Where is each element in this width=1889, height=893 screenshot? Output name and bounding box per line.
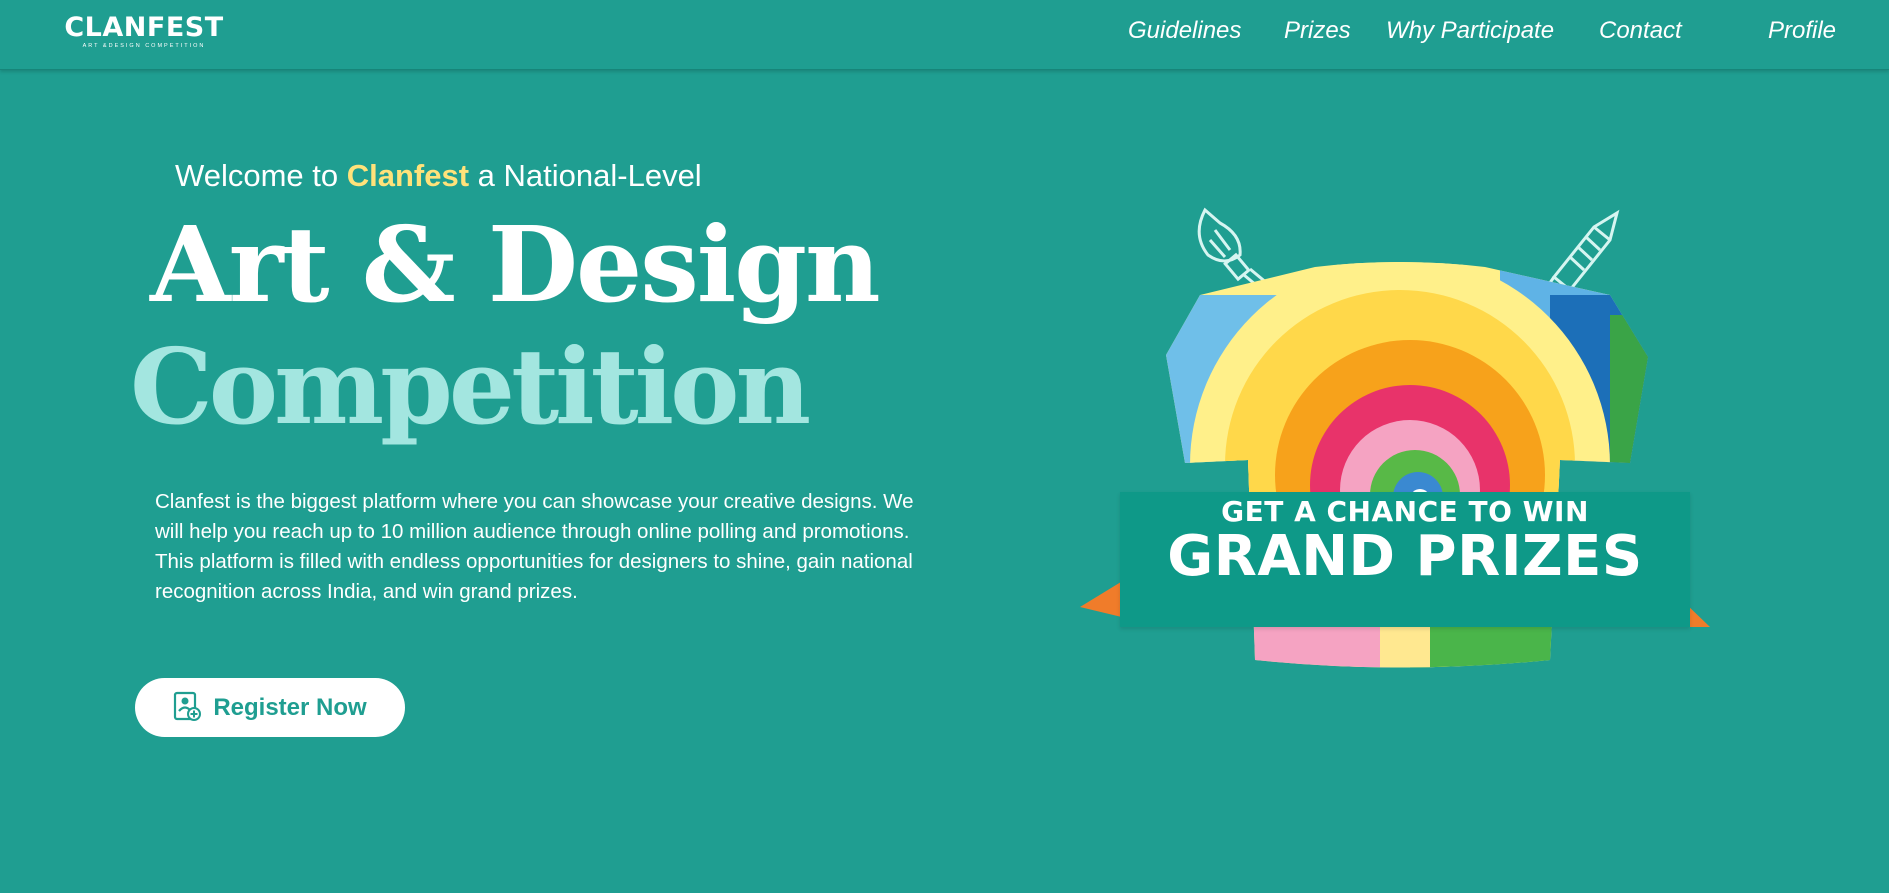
nav-link-why-participate[interactable]: Why Participate — [1386, 17, 1554, 45]
welcome-suffix: a National-Level — [477, 158, 702, 193]
hero-description: Clanfest is the biggest platform where y… — [155, 490, 914, 603]
logo-title: CLANFEST — [64, 12, 224, 43]
grand-prizes-banner: GET A CHANCE TO WIN GRAND PRIZES — [1120, 492, 1690, 627]
welcome-text: Welcome to Clanfest a National-Level — [175, 158, 702, 194]
welcome-prefix: Welcome to — [175, 158, 339, 193]
register-now-label: Register Now — [213, 693, 367, 721]
nav-link-guidelines[interactable]: Guidelines — [1128, 17, 1241, 45]
nav-link-profile[interactable]: Profile — [1768, 17, 1836, 45]
logo-subtitle: ART &DESIGN COMPETITION — [82, 43, 206, 49]
top-navbar: CLANFEST ART &DESIGN COMPETITION Guideli… — [0, 0, 1889, 70]
banner-line-chance: GET A CHANCE TO WIN — [1221, 495, 1589, 528]
banner-line-grand-prizes: GRAND PRIZES — [1167, 524, 1643, 589]
nav-link-prizes[interactable]: Prizes — [1284, 17, 1351, 45]
nav-link-contact[interactable]: Contact — [1599, 17, 1682, 45]
headline-art-design: Art & Design — [150, 203, 881, 326]
headline-competition: Competition — [130, 325, 811, 448]
clanfest-logo[interactable]: CLANFEST ART &DESIGN COMPETITION — [64, 14, 224, 50]
welcome-brand: Clanfest — [346, 158, 470, 193]
user-register-icon — [173, 691, 202, 724]
register-now-button[interactable]: Register Now — [135, 678, 405, 737]
grand-prizes-promo: GET A CHANCE TO WIN GRAND PRIZES — [1080, 205, 1720, 675]
